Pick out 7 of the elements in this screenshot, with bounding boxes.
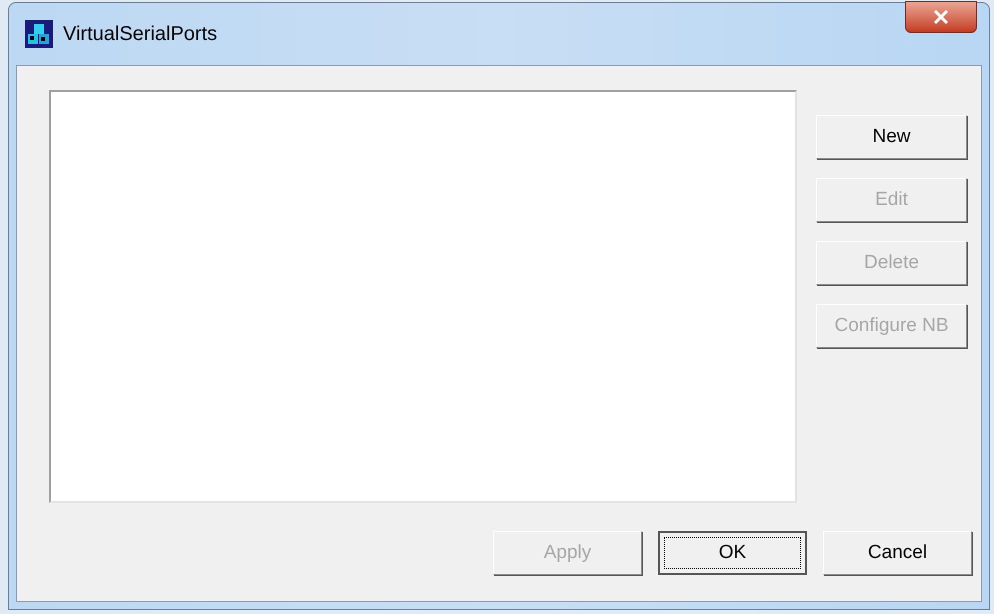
cubes-icon	[25, 20, 53, 48]
close-icon	[933, 10, 949, 24]
default-button[interactable]: OK	[658, 531, 807, 575]
dialog-button[interactable]: Cancel	[823, 531, 972, 575]
window-title: VirtualSerialPorts	[63, 22, 218, 47]
close-button[interactable]	[905, 1, 977, 33]
dialog-button[interactable]: New	[816, 115, 967, 159]
